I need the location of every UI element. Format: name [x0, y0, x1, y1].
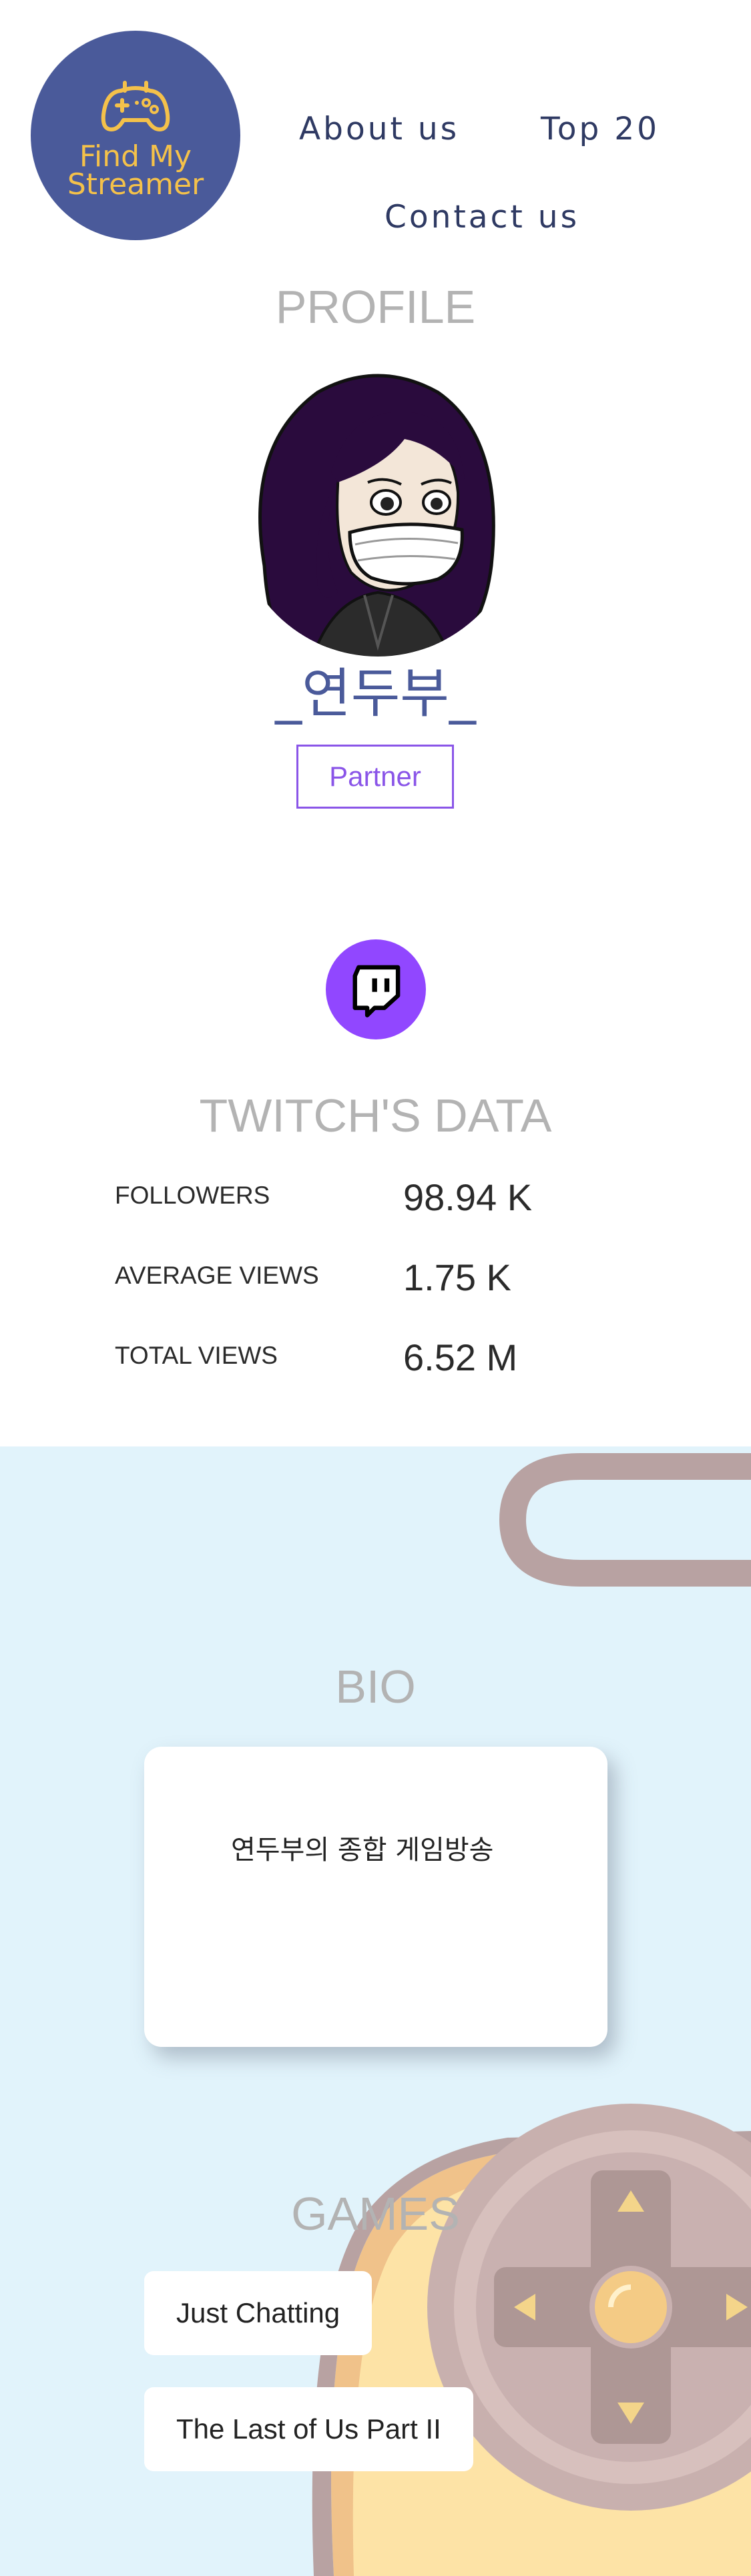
logo-line-1: Find My	[79, 139, 192, 173]
game-chip-the-last-of-us-part-ii[interactable]: The Last of Us Part II	[144, 2387, 473, 2471]
stat-value-followers: 98.94 K	[403, 1176, 533, 1218]
stat-value-total-views: 6.52 M	[403, 1336, 518, 1378]
nav-top-20[interactable]: Top 20	[541, 111, 660, 147]
logo-line-2: Streamer	[67, 167, 204, 201]
logo[interactable]: Find My Streamer	[31, 31, 240, 240]
nav-about-us[interactable]: About us	[299, 111, 459, 147]
bio-title: BIO	[335, 1661, 416, 1713]
twitch-glyph	[352, 965, 401, 1017]
twitch-data-title: TWITCH'S DATA	[199, 1090, 552, 1142]
bio-card	[144, 1747, 607, 2047]
profile-title: PROFILE	[275, 281, 476, 333]
twitch-icon[interactable]	[326, 939, 426, 1039]
streamer-avatar	[238, 371, 518, 657]
streamer-name: _연두부_	[275, 663, 476, 725]
partner-badge: Partner	[296, 745, 454, 809]
bio-text: 연두부의 종합 게임방송	[231, 1835, 494, 1865]
nav-contact-us[interactable]: Contact us	[385, 199, 579, 236]
logo-text: Find My Streamer	[67, 139, 204, 201]
stat-value-average-views: 1.75 K	[403, 1256, 511, 1298]
gamepad-icon	[101, 81, 170, 131]
stat-label-total-views: TOTAL VIEWS	[115, 1342, 278, 1369]
stat-label-followers: FOLLOWERS	[115, 1182, 270, 1209]
stat-label-average-views: AVERAGE VIEWS	[115, 1262, 319, 1289]
games-title: GAMES	[291, 2188, 460, 2240]
game-chip-just-chatting[interactable]: Just Chatting	[144, 2271, 372, 2355]
